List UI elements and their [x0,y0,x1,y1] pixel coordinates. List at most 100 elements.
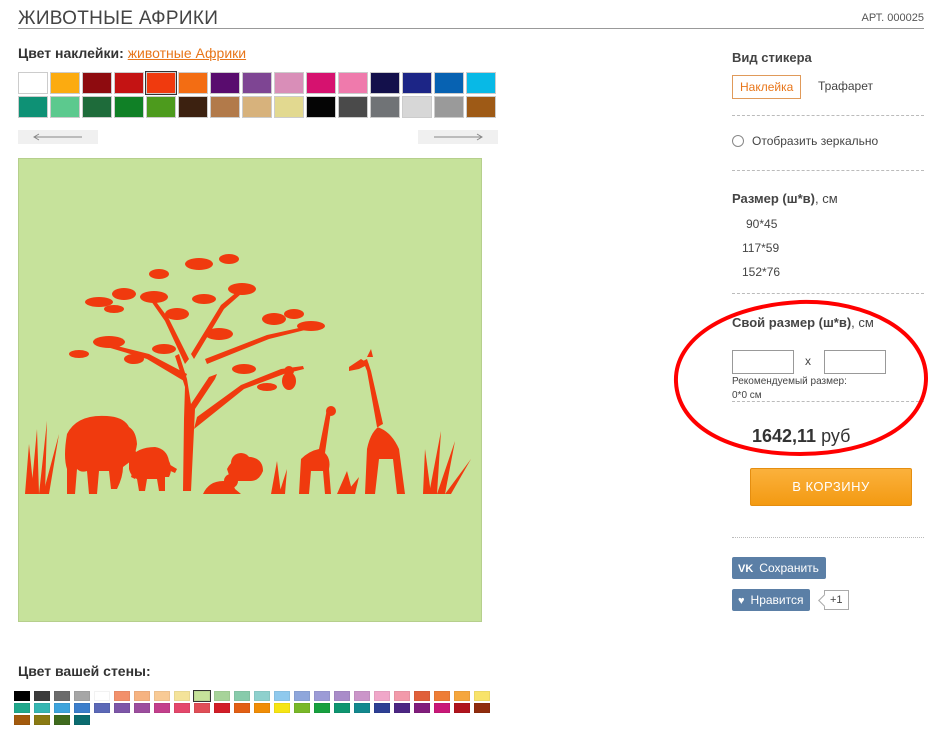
sticker-type-option-sticker[interactable]: Наклейка [732,75,802,99]
wall-color-swatch[interactable] [34,703,50,713]
sticker-color-swatch[interactable] [18,96,48,118]
wall-color-swatch[interactable] [434,691,450,701]
sticker-color-swatch[interactable] [466,72,496,94]
wall-color-swatch[interactable] [174,703,190,713]
palette-prev-button[interactable] [18,130,98,144]
wall-color-swatch[interactable] [374,703,390,713]
wall-color-swatch[interactable] [94,691,110,701]
sticker-color-swatch[interactable] [434,96,464,118]
wall-color-swatch[interactable] [314,703,330,713]
wall-color-swatch[interactable] [234,703,250,713]
custom-width-input[interactable] [732,350,794,374]
sticker-color-swatch[interactable] [306,96,336,118]
wall-color-swatch[interactable] [134,691,150,701]
arrow-left-icon [33,133,82,141]
wall-color-swatch[interactable] [254,691,270,701]
like-button[interactable]: ♥ Нравится [732,589,811,611]
sticker-color-swatch[interactable] [338,96,368,118]
wall-color-swatch[interactable] [14,715,30,725]
mirror-radio[interactable] [732,135,744,147]
wall-color-swatch[interactable] [474,691,490,701]
wall-color-swatch[interactable] [74,703,90,713]
sticker-color-swatch[interactable] [145,71,177,95]
wall-color-swatch[interactable] [34,691,50,701]
wall-color-swatch[interactable] [314,691,330,701]
sticker-color-swatch[interactable] [242,72,272,94]
sticker-color-swatch[interactable] [82,96,112,118]
wall-color-swatch[interactable] [414,691,430,701]
vk-save-button[interactable]: VK Сохранить [732,557,826,579]
wall-color-swatch[interactable] [274,691,290,701]
sticker-color-swatch[interactable] [274,72,304,94]
sticker-color-swatch[interactable] [370,96,400,118]
wall-color-swatch[interactable] [14,703,30,713]
sticker-color-swatch[interactable] [306,72,336,94]
wall-color-swatch[interactable] [54,715,70,725]
wall-color-swatch[interactable] [294,691,310,701]
wall-color-swatch[interactable] [193,690,211,702]
palette-next-button[interactable] [418,130,498,144]
wall-color-swatch[interactable] [294,703,310,713]
wall-color-swatch[interactable] [394,691,410,701]
sticker-type-option-stencil[interactable]: Трафарет [811,75,880,99]
wall-color-swatch[interactable] [134,703,150,713]
wall-color-swatch[interactable] [154,703,170,713]
size-option[interactable]: 90*45 [746,217,777,231]
wall-color-swatch[interactable] [174,691,190,701]
sticker-color-swatch[interactable] [50,96,80,118]
wall-color-swatch[interactable] [194,703,210,713]
sticker-color-swatch[interactable] [466,96,496,118]
wall-color-swatch[interactable] [74,715,90,725]
wall-color-swatch[interactable] [414,703,430,713]
sticker-color-swatch[interactable] [18,72,48,94]
wall-color-swatch[interactable] [114,691,130,701]
wall-color-swatch[interactable] [394,703,410,713]
wall-color-swatch[interactable] [54,691,70,701]
wall-color-swatch[interactable] [454,703,470,713]
wall-color-swatch[interactable] [234,691,250,701]
wall-color-swatch[interactable] [354,691,370,701]
wall-color-swatch[interactable] [154,691,170,701]
sticker-color-swatch[interactable] [82,72,112,94]
wall-color-swatch[interactable] [334,703,350,713]
sticker-color-link[interactable]: животные Африки [128,45,246,61]
sticker-color-swatch[interactable] [210,96,240,118]
wall-color-swatch[interactable] [374,691,390,701]
size-option[interactable]: 152*76 [742,265,780,279]
wall-color-swatch[interactable] [254,703,270,713]
sticker-color-swatch[interactable] [114,96,144,118]
wall-color-swatch[interactable] [214,703,230,713]
wall-color-swatch[interactable] [74,691,90,701]
sticker-color-swatch[interactable] [434,72,464,94]
wall-color-swatch[interactable] [34,715,50,725]
size-option[interactable]: 117*59 [742,241,779,255]
sticker-color-swatch[interactable] [114,72,144,94]
size-label-text: Размер (ш*в) [732,191,815,206]
add-to-cart-button[interactable]: В КОРЗИНУ [750,468,912,506]
sticker-color-swatch[interactable] [338,72,368,94]
sticker-color-swatch[interactable] [402,96,432,118]
sticker-color-swatch[interactable] [370,72,400,94]
wall-color-swatch[interactable] [14,691,30,701]
wall-color-swatch[interactable] [274,703,290,713]
sticker-color-swatch[interactable] [242,96,272,118]
wall-color-swatch[interactable] [454,691,470,701]
mirror-label: Отобразить зеркально [752,134,879,148]
wall-color-swatch[interactable] [94,703,110,713]
wall-color-swatch[interactable] [434,703,450,713]
sticker-color-swatch[interactable] [146,96,176,118]
wall-color-swatch[interactable] [334,691,350,701]
mirror-option[interactable]: Отобразить зеркально [732,134,878,148]
sticker-color-swatch[interactable] [210,72,240,94]
wall-color-swatch[interactable] [54,703,70,713]
wall-color-swatch[interactable] [354,703,370,713]
wall-color-swatch[interactable] [114,703,130,713]
sticker-color-swatch[interactable] [274,96,304,118]
wall-color-swatch[interactable] [474,703,490,713]
wall-color-swatch[interactable] [214,691,230,701]
sticker-color-swatch[interactable] [50,72,80,94]
sticker-color-swatch[interactable] [402,72,432,94]
custom-height-input[interactable] [824,350,886,374]
sticker-color-swatch[interactable] [178,96,208,118]
sticker-color-swatch[interactable] [178,72,208,94]
